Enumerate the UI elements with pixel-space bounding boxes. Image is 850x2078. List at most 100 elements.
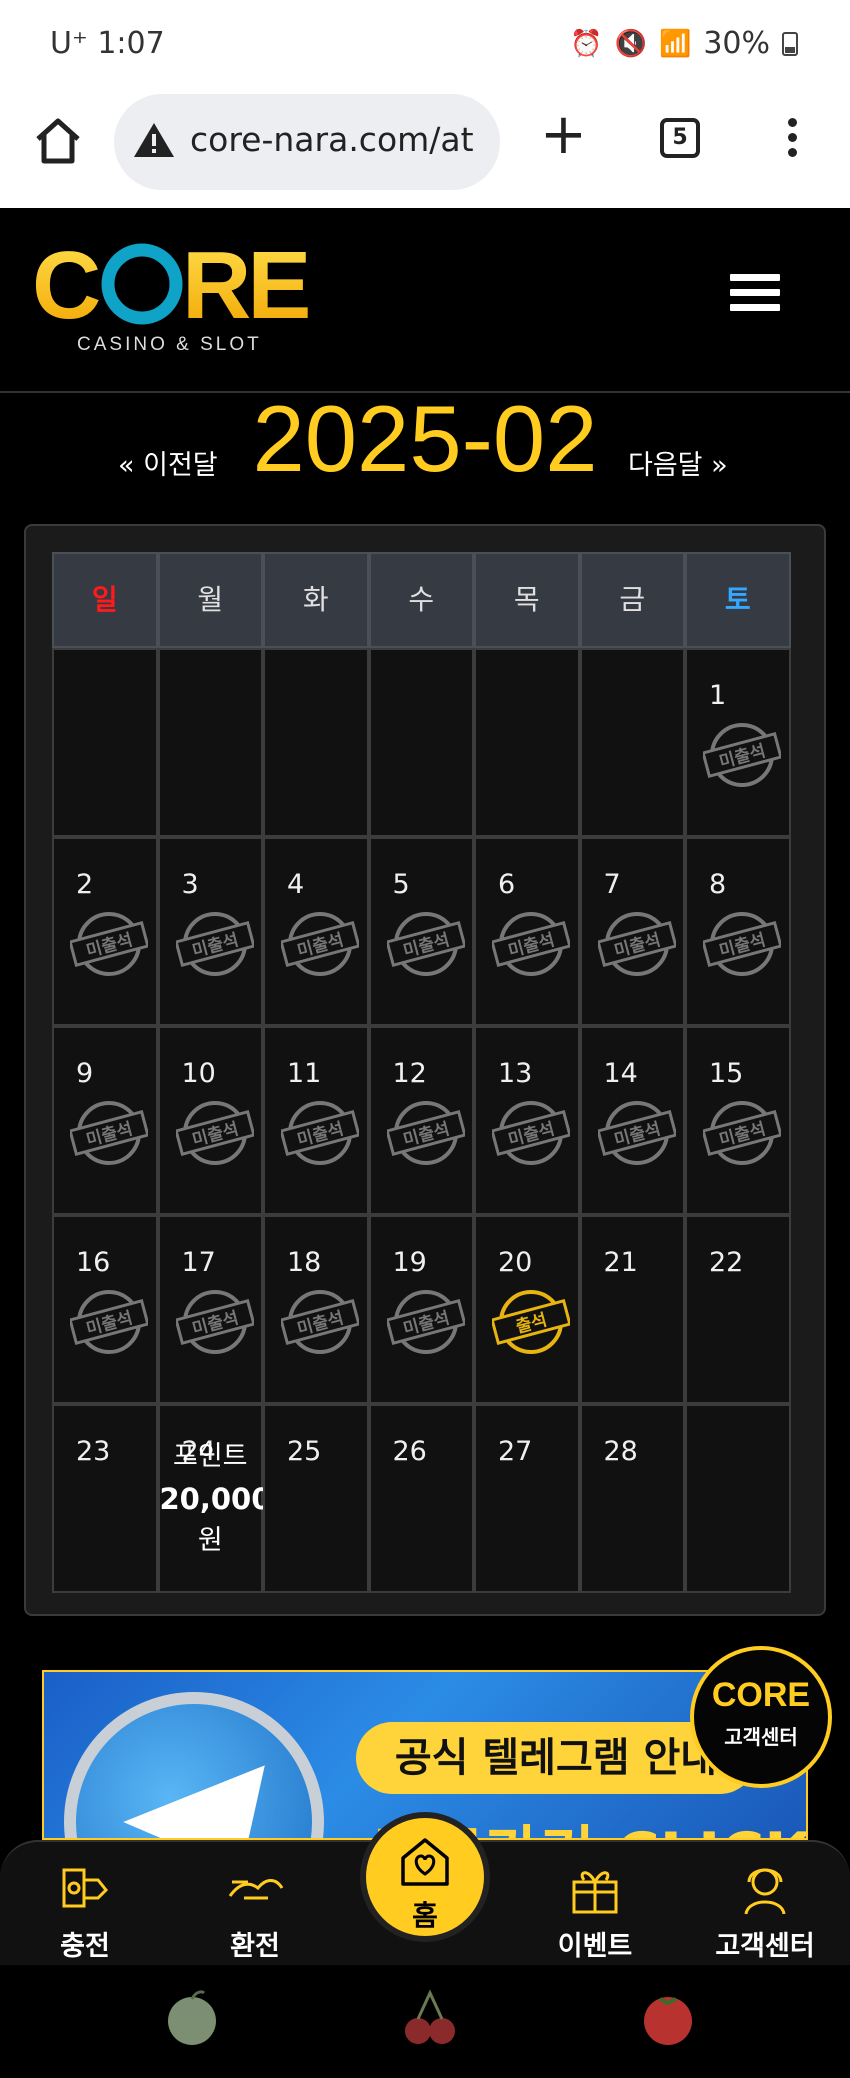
calendar-day-cell[interactable]: 22 [685, 1215, 791, 1404]
nav-home-button[interactable]: 홈 [360, 1812, 490, 1942]
calendar-day-cell[interactable]: 21 [579, 1215, 685, 1404]
calendar-day-cell[interactable]: 20 출석 [474, 1215, 580, 1404]
absent-stamp: 미출석 [175, 912, 254, 976]
day-number: 27 [498, 1436, 533, 1467]
calendar-day-cell[interactable]: 27 [474, 1404, 580, 1593]
carrier-time: U⁺ 1:07 [50, 26, 165, 61]
calendar-day-cell[interactable]: 13 미출석 [474, 1026, 580, 1215]
nav-deposit[interactable]: 충전 [20, 1858, 150, 1963]
point-reward-line: 20,000 [159, 1482, 272, 1516]
calendar-day-cell[interactable]: 14 미출석 [579, 1026, 685, 1215]
calendar-day-cell[interactable]: 1 미출석 [685, 648, 791, 837]
calendar-day-cell [368, 648, 474, 837]
cherry-icon [405, 1989, 455, 2044]
calendar-day-cell[interactable]: 15 미출석 [685, 1026, 791, 1215]
weekday-tue: 화 [263, 552, 369, 648]
calendar-week-row: 23 24 포인트 20,000 원 25 26 27 28 [52, 1404, 826, 1593]
calendar-day-cell[interactable]: 10 미출석 [157, 1026, 263, 1215]
svg-text:C: C [32, 240, 99, 339]
hamburger-menu-icon[interactable] [730, 274, 780, 318]
apple-icon [168, 1990, 216, 2045]
footer-strip [0, 1965, 850, 2078]
calendar-day-cell[interactable]: 7 미출석 [579, 837, 685, 1026]
weekday-wed: 수 [368, 552, 474, 648]
day-number: 6 [498, 869, 516, 900]
support-floating-badge[interactable]: CORE 고객센터 [690, 1646, 832, 1788]
day-number: 5 [392, 869, 410, 900]
day-number: 25 [287, 1436, 322, 1467]
calendar-day-cell [157, 648, 263, 837]
calendar-day-cell[interactable]: 28 [579, 1404, 685, 1593]
weekday-thu: 목 [474, 552, 580, 648]
attended-stamp: 출석 [492, 1290, 570, 1354]
calendar-day-cell[interactable]: 25 [263, 1404, 369, 1593]
day-number: 22 [709, 1247, 744, 1278]
weekday-mon: 월 [157, 552, 263, 648]
month-navigation: « 이전달 2025-02 다음달 » [0, 386, 850, 503]
support-badge-label: 고객센터 [724, 1725, 798, 1749]
new-tab-icon[interactable]: + [540, 107, 587, 163]
calendar-day-cell[interactable]: 6 미출석 [474, 837, 580, 1026]
absent-stamp: 미출석 [386, 1101, 465, 1165]
nav-withdraw[interactable]: 환전 [190, 1858, 320, 1963]
warning-icon[interactable] [132, 120, 176, 160]
prev-month-link[interactable]: « 이전달 [118, 443, 218, 482]
nav-event-label: 이벤트 [557, 1931, 633, 1962]
tomato-icon [644, 1997, 692, 2045]
calendar-day-cell[interactable]: 23 [52, 1404, 158, 1593]
absent-stamp: 미출석 [281, 1101, 359, 1165]
calendar-week-row: 9 미출석 10 미출석 11 미출석 12 미출석 13 미출석 14 미출석 15 미출석 [52, 1026, 826, 1215]
browser-home-icon[interactable] [30, 113, 86, 169]
absent-stamp: 미출석 [703, 723, 781, 787]
absent-stamp: 미출석 [492, 1101, 570, 1165]
day-number: 20 [498, 1247, 533, 1278]
absent-stamp: 미출석 [175, 1101, 254, 1165]
calendar-week-row: 1 미출석 [52, 648, 826, 837]
day-number: 2 [76, 869, 94, 900]
tab-switcher-button[interactable]: 5 [660, 118, 700, 158]
calendar-day-cell[interactable]: 18 미출석 [263, 1215, 369, 1404]
calendar-day-cell[interactable]: 26 [368, 1404, 474, 1593]
calendar-day-cell[interactable]: 5 미출석 [368, 837, 474, 1026]
nav-event[interactable]: 이벤트 [530, 1858, 660, 1963]
day-number: 3 [181, 869, 199, 900]
day-number: 23 [76, 1436, 111, 1467]
calendar-day-cell[interactable]: 3 미출석 [157, 837, 263, 1026]
calendar-day-cell [263, 648, 369, 837]
calendar-day-cell[interactable]: 2 미출석 [52, 837, 158, 1026]
calendar-day-cell [52, 648, 158, 837]
day-number: 26 [392, 1436, 427, 1467]
calendar-day-cell[interactable]: 12 미출석 [368, 1026, 474, 1215]
calendar-day-cell[interactable]: 19 미출석 [368, 1215, 474, 1404]
calendar-day-cell[interactable]: 4 미출석 [263, 837, 369, 1026]
day-number: 4 [287, 869, 305, 900]
url-text[interactable]: core-nara.com/at [190, 120, 490, 159]
weekday-sat: 토 [685, 552, 791, 648]
nav-withdraw-label: 환전 [230, 1931, 280, 1962]
calendar-day-cell[interactable]: 24 포인트 20,000 원 [157, 1404, 272, 1593]
core-logo[interactable]: C RE CASINO & SLOT [32, 240, 322, 360]
absent-stamp: 미출석 [175, 1290, 254, 1354]
absent-stamp: 미출석 [386, 1290, 465, 1354]
day-number: 1 [709, 680, 727, 711]
calendar-day-cell[interactable]: 8 미출석 [685, 837, 791, 1026]
address-bar[interactable]: core-nara.com/at [114, 94, 500, 190]
telegram-icon [64, 1692, 324, 1838]
calendar-day-cell[interactable]: 16 미출석 [52, 1215, 158, 1404]
absent-stamp: 미출석 [597, 912, 676, 976]
attendance-calendar: 일 월 화 수 목 금 토 1 미출석 2 미출석 3 미출석 4 미출석 5 미출석 6 미출석 7 미… [24, 524, 826, 1616]
point-reward-line: 포인트 [172, 1441, 248, 1472]
calendar-day-cell[interactable]: 9 미출석 [52, 1026, 158, 1215]
calendar-day-cell[interactable]: 11 미출석 [263, 1026, 369, 1215]
next-month-link[interactable]: 다음달 » [628, 443, 728, 482]
home-heart-icon [401, 1838, 449, 1886]
browser-menu-icon[interactable] [782, 118, 802, 162]
support-badge-logo: CORE [711, 1676, 811, 1714]
absent-stamp: 미출석 [597, 1101, 676, 1165]
day-number: 16 [76, 1247, 111, 1278]
gift-icon [572, 1871, 618, 1914]
absent-stamp: 미출석 [703, 1101, 781, 1165]
nav-support[interactable]: 고객센터 [700, 1858, 830, 1963]
calendar-day-cell[interactable]: 17 미출석 [157, 1215, 263, 1404]
wifi-icon: 📶 [658, 28, 692, 59]
